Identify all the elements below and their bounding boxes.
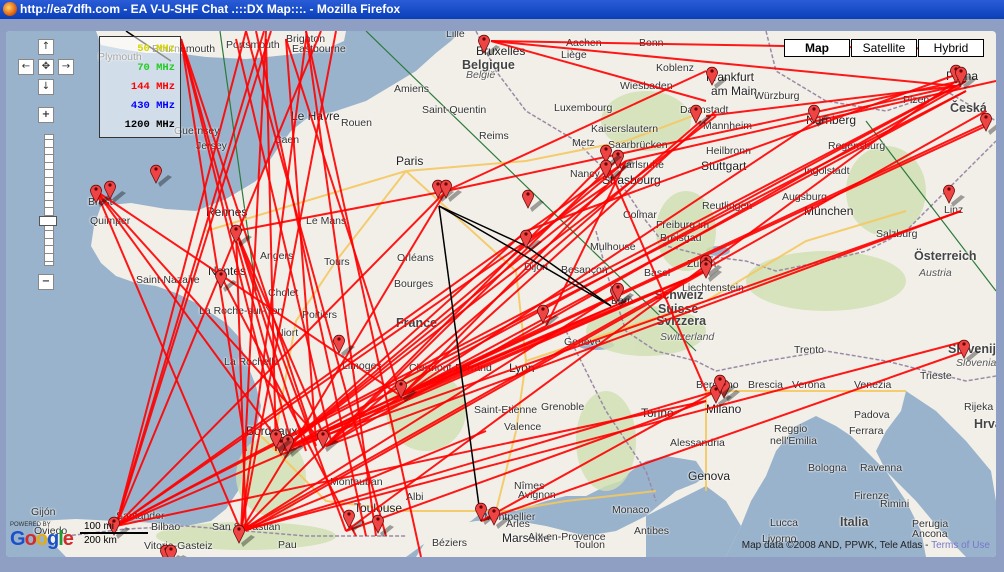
terms-of-use-link[interactable]: Terms of Use [931, 540, 990, 551]
legend-item-1200: 1200 MHz [124, 119, 175, 131]
zoom-tick [45, 146, 53, 148]
map-canvas[interactable]: PlymouthBournemouthPortsmouthBrightonEas… [6, 31, 996, 557]
scale-km-label: 200 km [84, 535, 117, 546]
station-marker-icon[interactable] [478, 34, 501, 57]
legend-item-430: 430 MHz [130, 100, 175, 112]
map-type-hybrid-button[interactable]: Hybrid [918, 39, 984, 57]
zoom-tick [45, 230, 53, 232]
dx-path-144mhz[interactable] [345, 80, 957, 532]
map-type-satellite-button[interactable]: Satellite [851, 39, 917, 57]
zoom-tick [45, 177, 53, 178]
pan-left-icon[interactable]: ← [18, 59, 34, 75]
dx-path-144mhz[interactable] [280, 180, 617, 452]
pan-up-icon[interactable]: ↑ [38, 39, 54, 55]
station-marker-icon[interactable] [488, 506, 511, 529]
zoom-tick [45, 169, 53, 171]
dx-path-144mhz[interactable] [545, 160, 627, 327]
zoom-tick [45, 245, 53, 247]
dx-path-144mhz[interactable] [445, 70, 707, 192]
dx-path-144mhz[interactable] [280, 210, 962, 452]
browser-frame: PlymouthBournemouthPortsmouthBrightonEas… [0, 19, 1004, 572]
zoom-tick [45, 199, 53, 201]
station-marker-icon[interactable] [706, 66, 729, 89]
station-marker-icon[interactable] [150, 164, 173, 187]
zoom-in-icon[interactable]: + [38, 107, 54, 123]
dx-path-144mhz[interactable] [400, 125, 987, 397]
station-marker-icon[interactable] [215, 269, 238, 292]
legend-item-50: 50 MHz [137, 43, 175, 55]
zoom-tick [45, 260, 53, 262]
scale-bar: 100 mi 200 km [80, 521, 160, 551]
zoom-tick [45, 139, 53, 140]
legend-item-144: 144 MHz [130, 81, 175, 93]
zoom-slider-track[interactable] [44, 134, 54, 266]
dx-path-144mhz[interactable] [235, 190, 447, 232]
google-logo[interactable]: POWERED BY Google [10, 522, 74, 551]
station-marker-icon[interactable] [943, 184, 966, 207]
dx-path-1200mhz[interactable] [438, 205, 527, 247]
scale-line [80, 532, 148, 534]
dx-path-144mhz[interactable] [490, 40, 707, 102]
window-titlebar: http://ea7dfh.com - EA V-U-SHF Chat .:::… [0, 0, 1004, 19]
pan-down-icon[interactable]: ↓ [38, 79, 54, 95]
dx-path-144mhz[interactable] [400, 165, 627, 397]
zoom-slider-thumb[interactable] [39, 216, 57, 226]
pan-right-icon[interactable]: → [58, 59, 74, 75]
dx-path-1200mhz[interactable] [525, 245, 612, 307]
zoom-tick [45, 161, 53, 163]
zoom-tick [45, 253, 53, 254]
station-marker-icon[interactable] [522, 189, 545, 212]
pan-zoom-control: ↑ ← ✥ → ↓ + − [16, 37, 74, 297]
firefox-icon [3, 2, 17, 16]
google-wordmark: Google [10, 528, 74, 550]
map-attribution: Map data ©2008 AND, PPWK, Tele Atlas - T… [742, 540, 990, 551]
map-type-control: Map Satellite Hybrid [783, 39, 984, 57]
window-title: http://ea7dfh.com - EA V-U-SHF Chat .:::… [20, 2, 401, 16]
dx-path-144mhz[interactable] [235, 230, 247, 532]
legend-item-70: 70 MHz [137, 62, 175, 74]
map-type-map-button[interactable]: Map [784, 39, 850, 57]
station-marker-icon[interactable] [317, 429, 340, 452]
zoom-tick [45, 207, 53, 209]
zoom-tick [45, 184, 53, 186]
band-legend: 50 MHz 70 MHz 144 MHz 430 MHz 1200 MHz [99, 36, 181, 138]
station-marker-icon[interactable] [980, 112, 997, 135]
zoom-tick [45, 154, 53, 156]
scale-miles-label: 100 mi [84, 521, 115, 532]
zoom-out-icon[interactable]: − [38, 274, 54, 290]
pan-center-icon[interactable]: ✥ [38, 59, 54, 75]
dx-path-144mhz[interactable] [240, 340, 967, 532]
station-marker-icon[interactable] [958, 339, 981, 362]
station-marker-icon[interactable] [165, 544, 188, 557]
attribution-text: Map data ©2008 AND, PPWK, Tele Atlas - [741, 540, 929, 551]
dx-path-144mhz[interactable] [245, 270, 707, 532]
zoom-tick [45, 237, 53, 239]
station-marker-icon[interactable] [690, 104, 713, 127]
zoom-tick [45, 192, 53, 194]
